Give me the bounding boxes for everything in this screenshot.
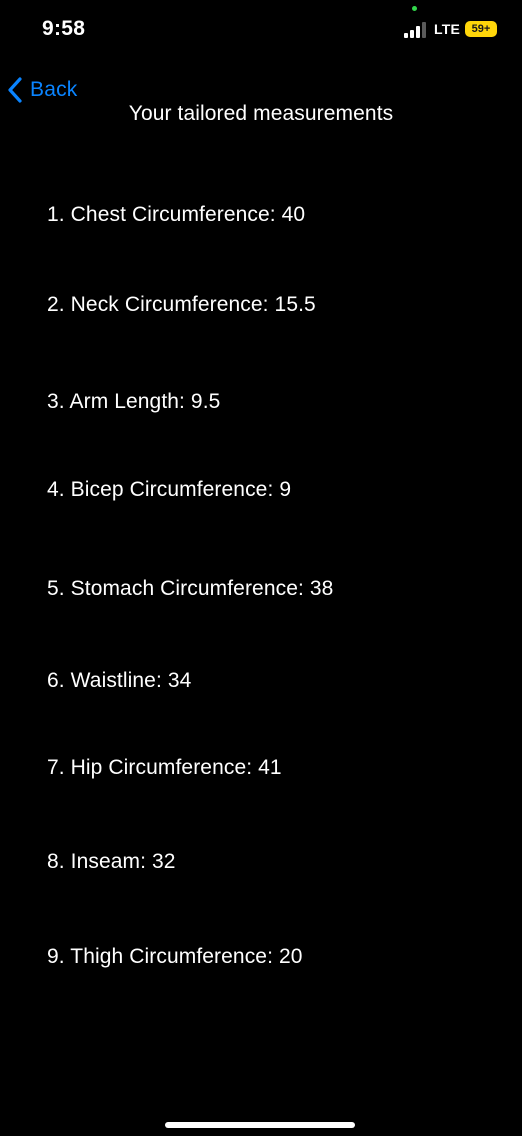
measurement-item-waistline: 6. Waistline: 34 xyxy=(47,669,192,692)
measurement-item-inseam: 8. Inseam: 32 xyxy=(47,850,176,873)
cellular-signal-icon xyxy=(404,22,426,38)
page-title: Your tailored measurements xyxy=(128,102,394,125)
camera-in-use-indicator xyxy=(412,6,417,11)
status-bar: 9:58 LTE 59+ xyxy=(0,0,522,60)
measurement-item-chest: 1. Chest Circumference: 40 xyxy=(47,203,306,226)
network-type-label: LTE xyxy=(434,21,461,37)
back-button[interactable]: Back xyxy=(6,75,78,105)
measurement-item-hip: 7. Hip Circumference: 41 xyxy=(47,756,282,779)
measurement-item-bicep: 4. Bicep Circumference: 9 xyxy=(47,478,292,501)
chevron-left-icon xyxy=(8,77,22,103)
battery-indicator: 59+ xyxy=(465,21,497,37)
home-indicator[interactable] xyxy=(165,1122,355,1128)
back-button-label: Back xyxy=(30,78,78,101)
measurement-item-arm-length: 3. Arm Length: 9.5 xyxy=(47,390,221,413)
status-time: 9:58 xyxy=(42,17,86,40)
measurement-item-neck: 2. Neck Circumference: 15.5 xyxy=(47,293,316,316)
measurement-item-thigh: 9. Thigh Circumference: 20 xyxy=(47,945,303,968)
measurement-item-stomach: 5. Stomach Circumference: 38 xyxy=(47,577,334,600)
